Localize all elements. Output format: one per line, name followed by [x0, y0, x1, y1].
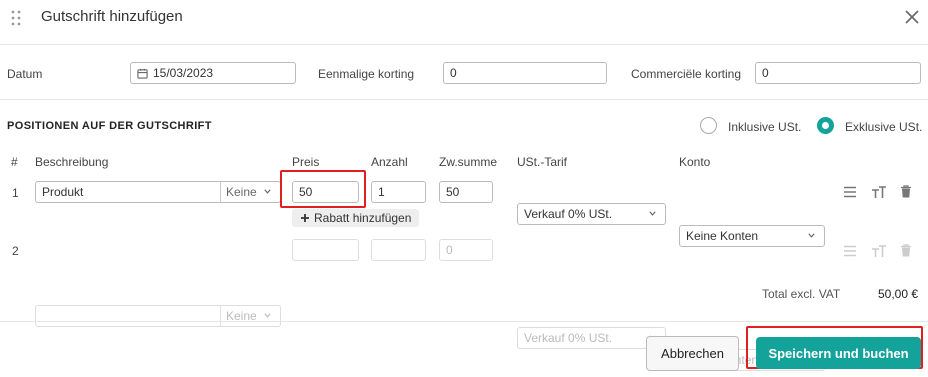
- cancel-button[interactable]: Abbrechen: [646, 336, 739, 371]
- dialog-title: Gutschrift hinzufügen: [41, 8, 183, 25]
- row-1-details-icon[interactable]: [843, 185, 857, 199]
- row-1-quantity-field[interactable]: 1: [371, 181, 426, 203]
- row-2-details-icon[interactable]: [843, 244, 857, 258]
- row-2-subtotal: 0: [446, 243, 453, 257]
- chevron-down-icon: [264, 313, 271, 318]
- row-1-index: 1: [12, 186, 19, 200]
- plus-icon: [301, 214, 309, 222]
- row-1-description: Produkt: [42, 185, 84, 199]
- header-divider: [0, 44, 928, 45]
- add-discount-label: Rabatt hinzufügen: [314, 211, 412, 225]
- commercial-discount-field[interactable]: 0: [755, 62, 921, 84]
- row-1-quantity: 1: [378, 185, 385, 199]
- col-header-vat-rate: USt.-Tarif: [517, 155, 568, 169]
- save-and-book-button-label: Speichern und buchen: [768, 345, 909, 361]
- save-and-book-button[interactable]: Speichern und buchen: [756, 337, 921, 369]
- footer-divider: [0, 321, 928, 322]
- row-2-subtotal-field[interactable]: 0: [439, 239, 493, 261]
- section-title: POSITIONEN AUF DER GUTSCHRIFT: [7, 120, 212, 132]
- row-2-vat-rate-select[interactable]: Verkauf 0% USt.: [517, 327, 666, 349]
- col-header-account: Konto: [679, 155, 711, 169]
- row-1-text-format-icon[interactable]: [871, 185, 887, 199]
- radio-inclusive-vat[interactable]: [700, 117, 717, 134]
- row-1-delete-icon[interactable]: [900, 185, 912, 198]
- cancel-button-label: Abbrechen: [661, 346, 724, 361]
- radio-inclusive-vat-label: Inklusive USt.: [728, 120, 802, 134]
- col-header-subtotal: Zw.summe: [439, 155, 498, 169]
- total-label: Total excl. VAT: [762, 287, 841, 301]
- radio-exclusive-vat-label: Exklusive USt.: [845, 120, 923, 134]
- one-time-discount-label: Eenmalige korting: [318, 67, 415, 81]
- chevron-down-icon: [264, 189, 271, 194]
- close-icon[interactable]: [903, 8, 921, 26]
- one-time-discount-field[interactable]: 0: [443, 62, 607, 84]
- row-2-price-field[interactable]: [292, 239, 359, 261]
- row-2-description-field[interactable]: Keine: [35, 305, 281, 327]
- col-header-description: Beschreibung: [35, 155, 109, 169]
- total-value: 50,00 €: [878, 287, 919, 301]
- chevron-down-icon: [649, 211, 656, 216]
- date-label: Datum: [7, 67, 43, 81]
- chevron-down-icon: [808, 233, 815, 238]
- row-1-unit-divider: [220, 182, 221, 202]
- calendar-icon: [137, 68, 148, 79]
- row-1-description-field[interactable]: Produkt Keine: [35, 181, 281, 203]
- one-time-discount-value: 0: [450, 66, 457, 80]
- commercial-discount-label: Commerciële korting: [631, 67, 742, 81]
- row-1-price: 50: [299, 185, 313, 199]
- row-1-account: Keine Konten: [686, 229, 759, 243]
- row-1-vat-rate-select[interactable]: Verkauf 0% USt.: [517, 203, 666, 225]
- col-header-price: Preis: [292, 155, 320, 169]
- row-2-unit-divider: [220, 306, 221, 326]
- row-1-subtotal: 50: [446, 185, 460, 199]
- row-1-price-field[interactable]: 50: [292, 181, 359, 203]
- row-2-text-format-icon[interactable]: [871, 244, 887, 258]
- add-discount-button[interactable]: Rabatt hinzufügen: [292, 209, 419, 227]
- row-2-quantity-field[interactable]: [371, 239, 426, 261]
- row-1-unit: Keine: [226, 185, 257, 199]
- commercial-discount-value: 0: [762, 66, 769, 80]
- drag-handle-icon[interactable]: [10, 9, 22, 27]
- col-header-quantity: Anzahl: [371, 155, 408, 169]
- date-field[interactable]: 15/03/2023: [130, 62, 296, 84]
- meta-divider: [0, 99, 928, 100]
- row-1-subtotal-field[interactable]: 50: [439, 181, 493, 203]
- row-1-account-select[interactable]: Keine Konten: [679, 225, 825, 247]
- radio-exclusive-vat[interactable]: [817, 117, 834, 134]
- row-2-delete-icon[interactable]: [900, 244, 912, 257]
- date-value: 15/03/2023: [153, 66, 214, 80]
- col-header-index: #: [11, 155, 18, 169]
- row-2-vat-rate: Verkauf 0% USt.: [524, 331, 613, 345]
- row-1-vat-rate: Verkauf 0% USt.: [524, 207, 613, 221]
- row-2-index: 2: [12, 244, 19, 258]
